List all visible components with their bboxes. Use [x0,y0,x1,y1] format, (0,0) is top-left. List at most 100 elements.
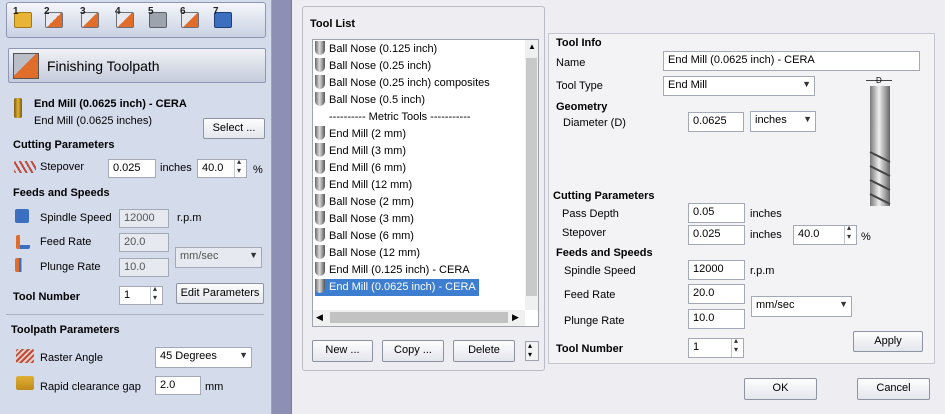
toolbar: 1 2 3 4 5 6 7 [6,2,266,38]
chevron-down-icon: ▼ [802,79,811,89]
raster-angle-dropdown[interactable]: 45 Degrees ▼ [155,347,252,368]
feed-rate-input-dialog[interactable]: 20.0 [688,284,745,304]
diameter-input[interactable]: 0.0625 [688,112,744,132]
stepover-label: Stepover [40,161,85,173]
tool-list-item[interactable]: End Mill (0.0625 inch) - CERA [315,279,479,296]
toolbar-button-5[interactable]: 5 [148,6,170,32]
diameter-unit-value: inches [755,114,787,126]
panel-title: Finishing Toolpath [47,58,160,74]
tool-list-item-label: End Mill (12 mm) [329,179,413,191]
tool-type-dropdown[interactable]: End Mill ▼ [663,76,815,96]
stepover-input[interactable]: 0.025 [108,159,156,178]
end-mill-icon [14,98,22,118]
diameter-unit-dropdown[interactable]: inches ▼ [750,111,816,132]
copy-tool-button[interactable]: Copy ... [382,340,444,362]
tool-list-item[interactable]: Ball Nose (2 mm) [315,194,414,211]
tool-number-label-dialog: Tool Number [556,343,624,355]
tool-icon [315,245,325,259]
pass-depth-input[interactable]: 0.05 [688,203,745,223]
tool-list-item[interactable]: End Mill (12 mm) [315,177,412,194]
scroll-right-icon[interactable]: ▶ [512,312,519,323]
feeds-and-speeds-heading: Feeds and Speeds [13,187,110,199]
tool-number-input-dialog[interactable]: 1 [688,338,744,358]
tool-icon [315,92,325,106]
apply-button[interactable]: Apply [853,331,923,352]
pass-depth-label: Pass Depth [562,208,619,220]
list-spinner[interactable]: ▴ ▾ [525,341,539,361]
tool-info-heading: Tool Info [556,37,602,49]
tool-list-item[interactable]: Ball Nose (0.25 inch) composites [315,75,490,92]
tool-list-item[interactable]: Ball Nose (3 mm) [315,211,414,228]
stepover-percent-input-dialog[interactable]: 40.0 [793,225,857,245]
toolbar-button-6[interactable]: 6 [180,6,202,32]
tool-list-item[interactable]: Ball Nose (0.125 inch) [315,41,437,58]
rapid-clearance-input[interactable]: 2.0 [155,376,201,395]
spindle-icon [15,209,29,223]
tool-list-item-label: Ball Nose (3 mm) [329,213,414,225]
tool-list-item[interactable]: End Mill (0.125 inch) - CERA [315,262,470,279]
spindle-speed-unit: r.p.m [177,212,202,224]
scroll-left-icon[interactable]: ◀ [316,312,323,323]
tool-number-spinner-dialog[interactable] [731,339,743,357]
plunge-rate-input-dialog[interactable]: 10.0 [688,309,745,329]
toolbar-button-3[interactable]: 3 [80,6,102,32]
tool-number-input[interactable]: 1 [119,286,163,305]
tool-list[interactable]: Ball Nose (0.125 inch) Ball Nose (0.25 in… [312,39,539,327]
tool-list-item[interactable]: ---------- Metric Tools ----------- [315,109,471,126]
rapid-clearance-icon [16,376,34,390]
toolbar-button-4[interactable]: 4 [115,6,137,32]
ok-button[interactable]: OK [744,378,817,400]
tool-list-item[interactable]: Ball Nose (0.5 inch) [315,92,425,109]
horizontal-scroll-thumb[interactable] [330,312,508,323]
delete-tool-button[interactable]: Delete [453,340,515,362]
spin-up-icon: ▴ [528,341,533,350]
tool-list-item[interactable]: End Mill (2 mm) [315,126,406,143]
tool-list-item[interactable]: Ball Nose (0.25 inch) [315,58,431,75]
new-tool-button[interactable]: New ... [312,340,373,362]
spindle-speed-input[interactable]: 12000 [119,209,169,228]
toolbar-button-7[interactable]: 7 [213,6,235,32]
tool-number-spinner[interactable] [150,287,162,304]
feed-rate-input[interactable]: 20.0 [119,233,169,252]
rate-unit-dropdown[interactable]: mm/sec ▼ [175,247,262,268]
stepover-percent-spinner-dialog[interactable] [844,226,856,244]
tool-list-item-label: Ball Nose (12 mm) [329,247,421,259]
tool-icon [315,228,325,242]
scroll-up-icon[interactable]: ▲ [528,42,536,51]
plunge-rate-input[interactable]: 10.0 [119,258,169,277]
tool-icon [315,143,325,157]
select-tool-button[interactable]: Select ... [203,118,265,139]
rate-unit-dropdown-dialog[interactable]: mm/sec ▼ [751,296,852,317]
stepover-percent-value: 40.0 [202,162,224,174]
stepover-percent-spinner[interactable] [234,160,246,177]
stepover-input-dialog[interactable]: 0.025 [688,225,745,245]
tool-list-item-label: End Mill (0.0625 inch) - CERA [329,281,476,293]
spindle-speed-label-dialog: Spindle Speed [564,265,636,277]
feed-rate-label-dialog: Feed Rate [564,289,616,301]
percent-unit: % [253,164,263,176]
stepover-percent-input[interactable]: 40.0 [197,159,247,178]
tool-number-label: Tool Number [13,291,81,303]
name-label: Name [556,57,586,69]
spindle-speed-input-dialog[interactable]: 12000 [688,260,745,280]
tool-list-item[interactable]: End Mill (6 mm) [315,160,406,177]
edit-parameters-button[interactable]: Edit Parameters [176,283,264,304]
toolbar-button-1[interactable]: 1 [13,6,35,32]
toolbar-button-2[interactable]: 2 [44,6,66,32]
tool-name-input[interactable]: End Mill (0.0625 inch) - CERA [663,51,920,71]
tool-list-item[interactable]: Ball Nose (12 mm) [315,245,420,262]
end-mill-diagram [869,86,891,206]
tool-list-item[interactable]: Ball Nose (6 mm) [315,228,414,245]
tool-list-item[interactable]: End Mill (3 mm) [315,143,406,160]
stepover-percent-value-dialog: 40.0 [798,228,820,240]
tool-icon [315,41,325,55]
tool-subname: End Mill (0.0625 inches) [34,115,153,127]
tool-icon [315,58,325,72]
tool-list-item-label: End Mill (3 mm) [329,145,407,157]
tool-icon [315,194,325,208]
tool-list-item-label: Ball Nose (6 mm) [329,230,414,242]
tool-icon [315,262,325,276]
cancel-button[interactable]: Cancel [857,378,930,400]
vertical-scroll-thumb[interactable] [526,58,537,296]
tool-icon [315,177,325,191]
